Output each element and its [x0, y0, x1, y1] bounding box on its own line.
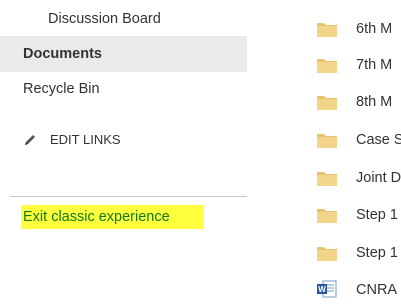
file-name: Step 1 [356, 207, 398, 223]
nav-divider [10, 196, 247, 197]
list-item[interactable]: Joint D [300, 160, 401, 196]
list-item[interactable]: Step 1 [300, 197, 401, 233]
file-name: 6th M [356, 21, 393, 37]
svg-text:W: W [318, 285, 326, 294]
list-item[interactable]: 6th M [300, 11, 401, 47]
nav-item-recycle-bin[interactable]: Recycle Bin [0, 71, 247, 107]
file-name: 8th M [356, 94, 393, 110]
pencil-icon [25, 135, 35, 145]
edit-links-button[interactable]: EDIT LINKS [23, 130, 121, 150]
list-item[interactable]: Step 1 [300, 235, 401, 271]
folder-icon [317, 96, 337, 110]
folder-icon [317, 247, 337, 261]
folder-icon [317, 134, 337, 148]
folder-icon [317, 59, 337, 73]
document-list: 6th M 7th M 8th M Case S Joint D Step 1 … [300, 0, 401, 300]
nav-item-documents[interactable]: Documents [0, 36, 247, 72]
word-document-icon: W [317, 280, 337, 298]
list-item[interactable]: 7th M [300, 47, 401, 83]
edit-links-label: EDIT LINKS [50, 132, 121, 147]
list-item[interactable]: W CNRA [300, 272, 401, 308]
file-name: CNRA [356, 282, 398, 298]
list-item[interactable]: Case S [300, 122, 401, 158]
list-item[interactable]: 8th M [300, 84, 401, 120]
file-name: Case S [356, 132, 401, 148]
nav-item-discussion-board[interactable]: Discussion Board [0, 1, 247, 37]
exit-classic-experience-link[interactable]: Exit classic experience [21, 205, 204, 229]
folder-icon [317, 23, 337, 37]
file-name: Step 1 [356, 245, 398, 261]
folder-icon [317, 209, 337, 223]
folder-icon [317, 172, 337, 186]
file-name: 7th M [356, 57, 393, 73]
left-navigation: Discussion Board Documents Recycle Bin E… [0, 0, 250, 300]
file-name: Joint D [356, 170, 401, 186]
